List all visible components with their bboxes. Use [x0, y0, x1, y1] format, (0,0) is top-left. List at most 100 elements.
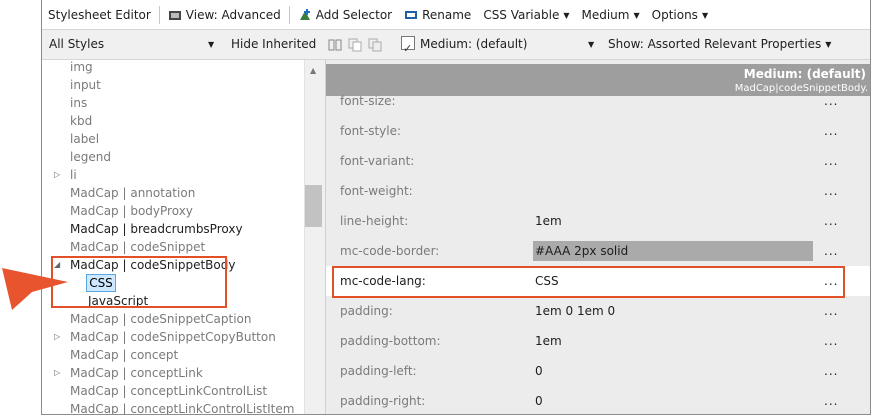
- property-row[interactable]: padding-right: 0...: [326, 386, 870, 414]
- tree-item[interactable]: MadCap | codeSnippet: [42, 238, 304, 256]
- more-options-button[interactable]: ...: [824, 386, 838, 414]
- property-name: mc-code-border:: [340, 244, 440, 258]
- pointer-arrow-icon: [2, 268, 68, 310]
- property-row[interactable]: font-weight:...: [326, 176, 870, 206]
- css-variable-label: CSS Variable: [483, 7, 560, 22]
- more-options-button[interactable]: ...: [824, 86, 838, 116]
- tree-item[interactable]: img: [42, 60, 304, 76]
- property-row[interactable]: line-height: 1em...: [326, 206, 870, 236]
- tree-item[interactable]: ▷ MadCap | conceptLink: [42, 364, 304, 382]
- toolbar-divider: [288, 5, 290, 24]
- property-name: padding:: [340, 304, 393, 318]
- property-row[interactable]: mc-code-border: #AAA 2px solid...: [326, 236, 870, 266]
- highlight-box-tree: [51, 256, 227, 308]
- compare-icon[interactable]: [328, 38, 342, 52]
- property-row[interactable]: padding-bottom: 1em...: [326, 326, 870, 356]
- property-value[interactable]: 0: [533, 361, 813, 381]
- tree-item[interactable]: MadCap | concept: [42, 346, 304, 364]
- property-row[interactable]: padding: 1em 0 1em 0...: [326, 296, 870, 326]
- more-options-button[interactable]: ...: [824, 116, 838, 146]
- property-value[interactable]: #AAA 2px solid: [533, 241, 813, 261]
- tree-item[interactable]: legend: [42, 148, 304, 166]
- medium-menu[interactable]: Medium ▼: [575, 8, 645, 22]
- more-options-button[interactable]: ...: [824, 176, 838, 206]
- highlight-box-property: [332, 266, 845, 298]
- checkbox-icon: [401, 34, 415, 63]
- chevron-down-icon: ▼: [633, 10, 640, 20]
- tree-item[interactable]: MadCap | bodyProxy: [42, 202, 304, 220]
- tree-item-label: MadCap | breadcrumbsProxy: [70, 222, 243, 236]
- copy-icon[interactable]: [348, 38, 362, 52]
- stylesheet-editor-window: Stylesheet Editor View: Advanced Add Sel…: [41, 0, 871, 415]
- expand-arrow-icon[interactable]: ▷: [54, 328, 60, 346]
- property-value[interactable]: 1em: [533, 331, 813, 351]
- more-options-button[interactable]: ...: [824, 326, 838, 356]
- medium-heading: Medium: (default): [743, 67, 866, 81]
- medium-label: Medium: [581, 7, 630, 22]
- tree-item-label: MadCap | concept: [70, 348, 179, 362]
- tree-item[interactable]: MadCap | annotation: [42, 184, 304, 202]
- tree-item[interactable]: ▷ MadCap | codeSnippetCopyButton: [42, 328, 304, 346]
- rename-label: Rename: [422, 7, 472, 22]
- expand-arrow-icon[interactable]: ▷: [54, 166, 60, 184]
- medium-checkbox[interactable]: Medium: (default): [401, 30, 527, 63]
- more-options-button[interactable]: ...: [824, 206, 838, 236]
- property-value[interactable]: 1em: [533, 211, 813, 231]
- property-row[interactable]: font-style:...: [326, 116, 870, 146]
- filter-toolbar: All Styles ▼ Hide Inherited Medium: (def…: [42, 30, 870, 63]
- add-selector-label: Add Selector: [315, 7, 393, 22]
- view-advanced-button[interactable]: View: Advanced: [162, 8, 287, 22]
- rename-icon: [405, 10, 418, 19]
- styles-filter-value: All Styles: [49, 37, 105, 51]
- paste-icon[interactable]: [368, 38, 382, 52]
- add-selector-icon: [299, 8, 310, 20]
- tree-item[interactable]: MadCap | conceptLinkControlList: [42, 382, 304, 400]
- property-name: font-style:: [340, 124, 402, 138]
- tree-item[interactable]: kbd: [42, 112, 304, 130]
- tree-item[interactable]: ins: [42, 94, 304, 112]
- show-properties-select[interactable]: Show: Assorted Relevant Properties ▼: [608, 30, 831, 59]
- chevron-down-icon[interactable]: ▼: [208, 30, 214, 59]
- tree-item-label: kbd: [70, 114, 93, 128]
- tree-item-label: MadCap | annotation: [70, 186, 196, 200]
- chevron-up-icon[interactable]: ▲: [310, 66, 316, 75]
- rename-button[interactable]: Rename: [398, 8, 477, 22]
- property-row[interactable]: font-variant:...: [326, 146, 870, 176]
- css-variable-menu[interactable]: CSS Variable ▼: [477, 8, 575, 22]
- view-icon: [168, 10, 181, 20]
- tree-item[interactable]: label: [42, 130, 304, 148]
- more-options-button[interactable]: ...: [824, 236, 838, 266]
- property-value[interactable]: [533, 121, 813, 141]
- tree-item[interactable]: ▷ li: [42, 166, 304, 184]
- tree-scrollbar[interactable]: ▲: [304, 60, 325, 414]
- tree-item-label: label: [70, 132, 100, 146]
- property-name: font-weight:: [340, 184, 413, 198]
- tree-item[interactable]: input: [42, 76, 304, 94]
- property-value[interactable]: [533, 151, 813, 171]
- add-selector-button[interactable]: Add Selector: [292, 8, 398, 22]
- chevron-down-icon[interactable]: ▼: [588, 30, 594, 59]
- more-options-button[interactable]: ...: [824, 146, 838, 176]
- options-menu[interactable]: Options ▼: [646, 8, 714, 22]
- tree-scrollbar-thumb[interactable]: [305, 185, 322, 227]
- property-value[interactable]: 0: [533, 391, 813, 411]
- tree-item-label: li: [70, 168, 77, 182]
- property-row[interactable]: padding-left: 0...: [326, 356, 870, 386]
- main-toolbar: Stylesheet Editor View: Advanced Add Sel…: [42, 0, 870, 30]
- property-value[interactable]: 1em 0 1em 0: [533, 301, 813, 321]
- property-name: padding-left:: [340, 364, 417, 378]
- tree-item[interactable]: MadCap | conceptLinkControlListItem: [42, 400, 304, 414]
- property-value[interactable]: [533, 181, 813, 201]
- hide-inherited-button[interactable]: Hide Inherited: [231, 30, 316, 59]
- tree-item-label: MadCap | codeSnippet: [70, 240, 206, 254]
- property-value[interactable]: [533, 91, 813, 111]
- property-row[interactable]: font-size:...: [326, 86, 870, 116]
- style-tree: img input ins kbd label legend ▷ li MadCap | ann…: [42, 60, 326, 414]
- tree-item[interactable]: MadCap | codeSnippetCaption: [42, 310, 304, 328]
- expand-arrow-icon[interactable]: ▷: [54, 364, 60, 382]
- more-options-button[interactable]: ...: [824, 296, 838, 326]
- tree-item-label: MadCap | conceptLink: [70, 366, 203, 380]
- tree-item[interactable]: MadCap | breadcrumbsProxy: [42, 220, 304, 238]
- styles-filter-select[interactable]: All Styles: [49, 30, 104, 59]
- more-options-button[interactable]: ...: [824, 356, 838, 386]
